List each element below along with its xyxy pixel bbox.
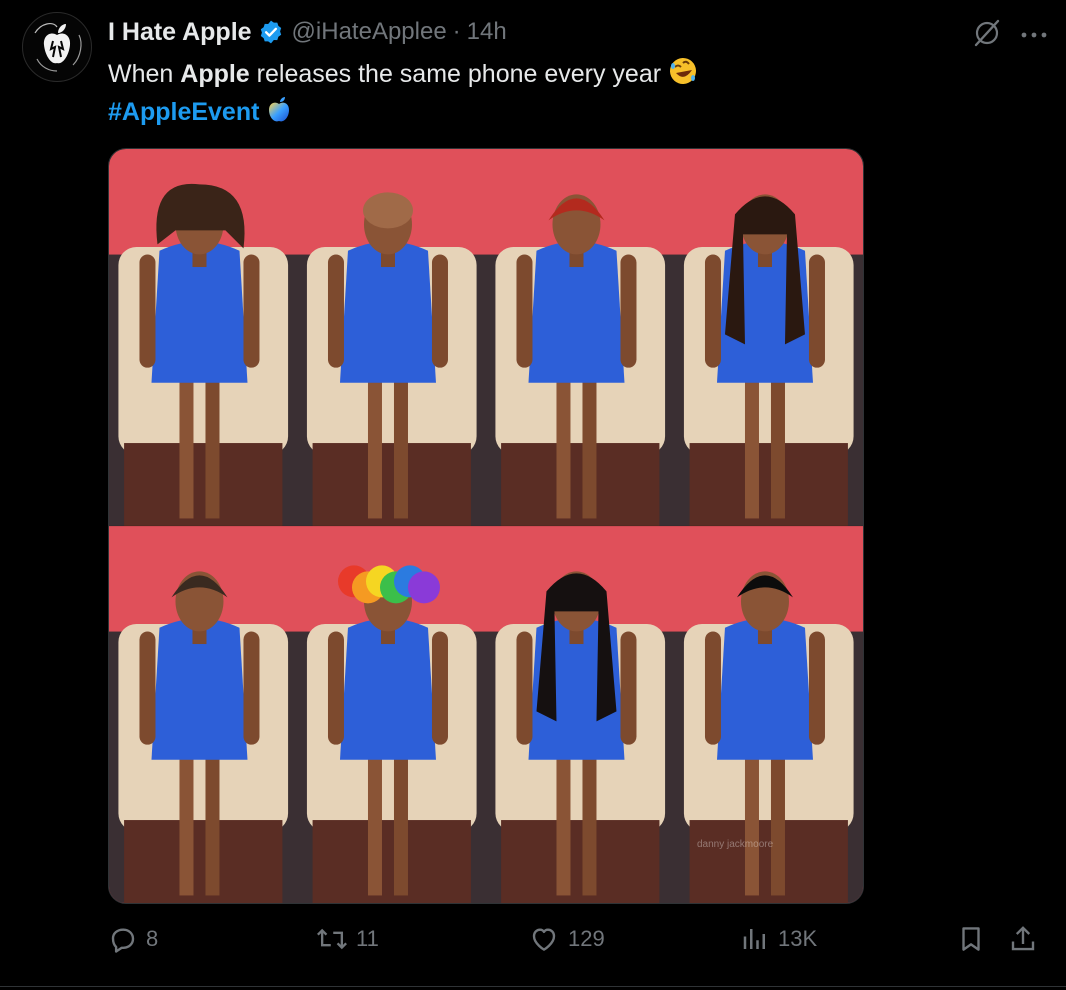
repost-icon: [317, 928, 347, 950]
reply-button[interactable]: 8: [108, 924, 158, 954]
tweet-text-part: releases the same phone every year: [249, 60, 662, 88]
like-icon: [532, 928, 556, 951]
verified-badge-icon: [258, 19, 284, 45]
divider: [0, 986, 1066, 987]
like-button[interactable]: 129: [528, 924, 605, 954]
apple-event-hashflag-icon: [266, 96, 292, 133]
author-handle[interactable]: @iHateApplee: [292, 18, 447, 46]
like-count: 129: [568, 926, 605, 951]
photo-collage: [109, 149, 863, 903]
tweet-text-bold: Apple: [180, 60, 250, 88]
tweet-text-part: When: [108, 60, 181, 88]
bookmark-button[interactable]: [956, 924, 986, 954]
tweet-top-actions: [972, 18, 1048, 53]
grok-icon[interactable]: [972, 18, 1002, 53]
tweet-header: I Hate Apple @iHateApplee · 14h: [108, 14, 507, 50]
share-icon: [1011, 926, 1035, 951]
apple-logo-icon: [24, 14, 90, 80]
tweet-image[interactable]: danny jackmoore: [108, 148, 864, 904]
tweet-text-line-2: #AppleEvent: [108, 95, 698, 133]
repost-count: 11: [356, 926, 379, 951]
author-name[interactable]: I Hate Apple: [108, 18, 252, 47]
avatar[interactable]: [22, 12, 92, 82]
tweet-text: When Apple releases the same phone every…: [108, 56, 698, 133]
separator-dot: ·: [452, 18, 461, 45]
views-count: 13K: [778, 926, 818, 951]
timestamp[interactable]: 14h: [467, 18, 507, 46]
repost-button[interactable]: 11: [316, 924, 379, 954]
reply-icon: [111, 928, 135, 953]
bookmark-icon: [962, 927, 980, 951]
tweet-action-bar: 8 11 129 13K: [108, 924, 1040, 964]
more-icon[interactable]: [1020, 27, 1048, 45]
rofl-emoji-icon: [668, 56, 698, 95]
image-watermark: danny jackmoore: [697, 839, 774, 850]
tweet-text-line-1: When Apple releases the same phone every…: [108, 56, 698, 95]
share-button[interactable]: [1008, 924, 1038, 954]
reply-count: 8: [146, 926, 159, 951]
hashtag-link[interactable]: #AppleEvent: [108, 98, 259, 126]
views-icon: [743, 929, 765, 949]
views-button[interactable]: 13K: [740, 924, 817, 954]
